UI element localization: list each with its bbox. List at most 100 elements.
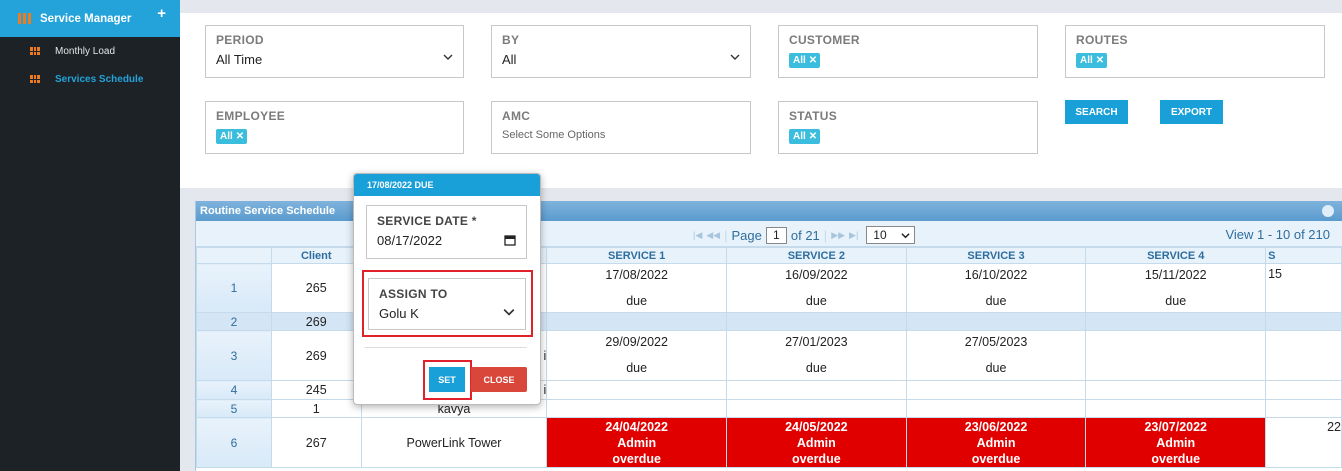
- service-cell[interactable]: 16/10/2022 due: [905, 263, 1087, 313]
- collapse-icon[interactable]: [1322, 205, 1334, 217]
- service-cell[interactable]: 16/09/2022 due: [726, 263, 907, 313]
- remove-icon[interactable]: ✕: [809, 55, 817, 66]
- status-multiselect[interactable]: STATUS All ✕: [778, 101, 1038, 154]
- routes-chip[interactable]: All ✕: [1076, 53, 1108, 68]
- sidebar: Service Manager + Monthly Load Services …: [0, 0, 180, 471]
- service-date: 24/05/2022: [785, 419, 848, 434]
- remove-icon[interactable]: ✕: [809, 131, 817, 142]
- prev-page-icon[interactable]: ◀◀: [706, 230, 720, 241]
- service-status: due: [985, 361, 1007, 375]
- sidebar-header[interactable]: Service Manager +: [0, 0, 180, 37]
- service-date: 23/07/2022: [1144, 419, 1208, 434]
- service-cell-overdue[interactable]: 23/07/2022 Admin overdue: [1085, 417, 1267, 468]
- customer-multiselect[interactable]: CUSTOMER All ✕: [778, 25, 1038, 78]
- service-cell[interactable]: [726, 380, 907, 400]
- routes-multiselect[interactable]: ROUTES All ✕: [1065, 25, 1325, 78]
- employee-chip[interactable]: All ✕: [216, 129, 248, 144]
- service-cell[interactable]: [1265, 380, 1342, 400]
- service-assignee: Admin: [976, 435, 1016, 450]
- column-header[interactable]: SERVICE 2: [726, 247, 907, 264]
- column-header[interactable]: SERVICE 1: [546, 247, 728, 264]
- service-date: 15/11/2022: [1144, 267, 1207, 282]
- amc-multiselect[interactable]: AMC Select Some Options: [491, 101, 751, 154]
- service-cell[interactable]: [726, 399, 907, 418]
- service-assignee: Admin: [796, 435, 836, 450]
- search-button[interactable]: SEARCH: [1065, 100, 1128, 124]
- service-cell-overdue[interactable]: 24/04/2022 Admin overdue: [546, 417, 728, 468]
- column-header[interactable]: Client: [270, 247, 362, 264]
- client-cell: 269: [270, 330, 362, 381]
- by-select[interactable]: BY All: [491, 25, 751, 78]
- client-cell: 269: [270, 312, 362, 331]
- popup-header: 17/08/2022 DUE: [354, 174, 540, 196]
- page-input[interactable]: 1: [765, 226, 787, 244]
- service-cell[interactable]: [905, 399, 1087, 418]
- service-cell[interactable]: [1085, 399, 1267, 418]
- service-cell[interactable]: [1085, 330, 1267, 381]
- row-number: 4: [196, 380, 272, 400]
- service-status: overdue: [792, 451, 841, 466]
- filter-panel: PERIOD All Time BY All CUSTOMER All ✕ ROU…: [180, 13, 1342, 188]
- service-cell[interactable]: 15: [1265, 263, 1342, 313]
- service-date-field[interactable]: SERVICE DATE * 08/17/2022: [366, 205, 527, 259]
- service-cell-overdue[interactable]: 23/06/2022 Admin overdue: [905, 417, 1087, 468]
- popup-divider: [365, 347, 527, 348]
- service-status: due: [626, 361, 648, 375]
- chevron-down-icon: [443, 54, 453, 60]
- remove-icon[interactable]: ✕: [1096, 55, 1104, 66]
- first-page-icon[interactable]: |◀: [693, 230, 702, 241]
- service-date: 27/05/2023: [964, 335, 1028, 349]
- service-cell[interactable]: 27/01/2023 due: [726, 330, 907, 381]
- service-cell[interactable]: [726, 312, 907, 331]
- service-cell[interactable]: [546, 312, 728, 331]
- column-header[interactable]: S: [1265, 247, 1342, 264]
- sidebar-item-monthly-load[interactable]: Monthly Load: [0, 37, 180, 65]
- service-cell[interactable]: [546, 399, 728, 418]
- service-cell[interactable]: [546, 380, 728, 400]
- service-cell[interactable]: [905, 380, 1087, 400]
- service-cell-overdue[interactable]: 24/05/2022 Admin overdue: [726, 417, 907, 468]
- service-cell[interactable]: 29/09/2022 due: [546, 330, 728, 381]
- service-cell[interactable]: [905, 312, 1087, 331]
- column-header[interactable]: SERVICE 3: [905, 247, 1087, 264]
- service-cell[interactable]: [1265, 399, 1342, 418]
- calendar-icon[interactable]: [504, 234, 516, 246]
- client-cell: 265: [270, 263, 362, 313]
- next-page-icon[interactable]: ▶▶: [831, 230, 845, 241]
- rows-per-page-select[interactable]: 10: [866, 226, 916, 244]
- chip-label: All: [793, 55, 806, 66]
- period-select[interactable]: PERIOD All Time: [205, 25, 464, 78]
- last-page-icon[interactable]: ▶|: [849, 230, 858, 241]
- row-number: 6: [196, 417, 272, 468]
- service-cell[interactable]: [1085, 312, 1267, 331]
- service-date: 29/09/2022: [605, 335, 668, 349]
- service-cell[interactable]: [1085, 380, 1267, 400]
- service-status: overdue: [971, 451, 1021, 466]
- column-header[interactable]: [196, 247, 272, 264]
- close-button[interactable]: CLOSE: [471, 367, 527, 392]
- remove-icon[interactable]: ✕: [236, 131, 244, 142]
- sidebar-item-services-schedule[interactable]: Services Schedule: [0, 65, 180, 93]
- customer-label: CUSTOMER: [789, 33, 860, 47]
- column-header[interactable]: SERVICE 4: [1085, 247, 1267, 264]
- sidebar-item-label: Monthly Load: [55, 45, 116, 57]
- employee-multiselect[interactable]: EMPLOYEE All ✕: [205, 101, 464, 154]
- record-count: View 1 - 10 of 210: [1225, 227, 1330, 242]
- status-chip[interactable]: All ✕: [789, 129, 821, 144]
- client-cell: 1: [270, 399, 362, 418]
- service-cell[interactable]: [1265, 312, 1342, 331]
- page-total: of 21: [790, 227, 820, 243]
- table-row[interactable]: 6 267 PowerLink Tower 24/04/2022 Admin ove…: [196, 417, 1342, 468]
- service-cell[interactable]: 17/08/2022 due: [546, 263, 728, 313]
- service-date: 23/06/2022: [964, 419, 1028, 434]
- service-cell[interactable]: 15/11/2022 due: [1085, 263, 1267, 313]
- customer-chip[interactable]: All ✕: [789, 53, 821, 68]
- export-button[interactable]: EXPORT: [1160, 100, 1223, 124]
- app-logo-icon: [18, 13, 31, 24]
- service-cell[interactable]: 22: [1265, 417, 1342, 468]
- service-cell[interactable]: [1265, 330, 1342, 381]
- plus-icon[interactable]: +: [157, 5, 166, 22]
- service-status: due: [1165, 293, 1187, 308]
- service-cell[interactable]: 27/05/2023 due: [905, 330, 1087, 381]
- rows-per-page-value: 10: [873, 228, 887, 242]
